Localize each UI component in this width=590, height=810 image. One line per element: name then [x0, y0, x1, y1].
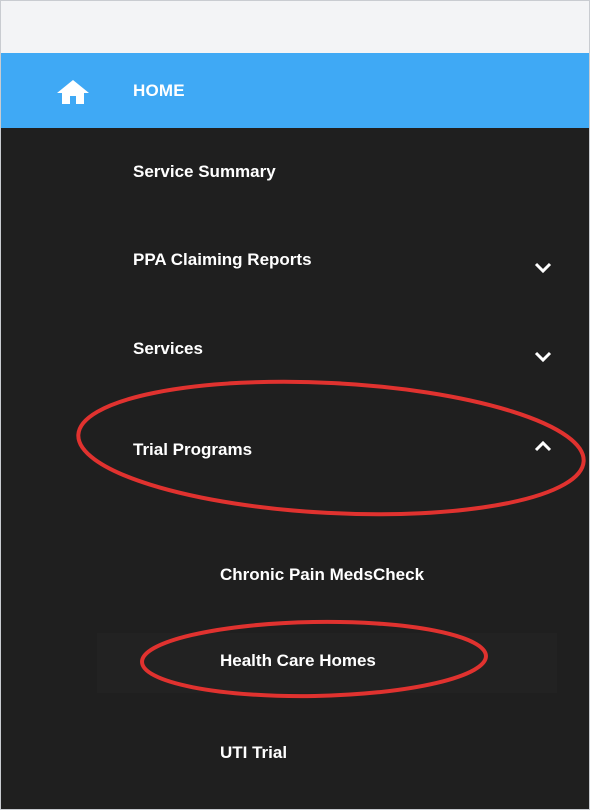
subnav-item-label: UTI Trial [220, 743, 288, 762]
subnav-item-label: Health Care Homes [220, 651, 376, 670]
subnav-item-label: Chronic Pain MedsCheck [220, 565, 425, 584]
sidebar-nav: Service Summary PPA Claiming Reports Ser… [1, 128, 589, 809]
sidebar-item-trial-programs[interactable]: Trial Programs [1, 422, 589, 482]
subnav-item-chronic-pain-medscheck[interactable]: Chronic Pain MedsCheck [1, 547, 589, 607]
sidebar-item-label: Services [133, 339, 203, 358]
sidebar-item-services[interactable]: Services [1, 321, 589, 381]
sidebar-item-label: Service Summary [133, 162, 276, 181]
home-nav-item[interactable]: HOME [1, 53, 589, 128]
sidebar-item-service-summary[interactable]: Service Summary [1, 144, 589, 204]
chevron-down-icon[interactable] [533, 347, 553, 367]
subnav-item-uti-trial[interactable]: UTI Trial [1, 725, 589, 785]
chevron-down-icon[interactable] [533, 258, 553, 278]
subnav-item-health-care-homes[interactable]: Health Care Homes [97, 633, 557, 693]
home-label: HOME [133, 81, 185, 100]
chevron-up-icon[interactable] [533, 436, 553, 456]
top-strip [1, 1, 589, 53]
home-icon [57, 80, 89, 104]
sidebar-item-label: Trial Programs [133, 440, 253, 459]
sidebar-item-ppa-claiming-reports[interactable]: PPA Claiming Reports [1, 232, 589, 292]
app-window: HOME Service Summary PPA Claiming Report… [0, 0, 590, 810]
sidebar-item-label: PPA Claiming Reports [133, 250, 312, 269]
